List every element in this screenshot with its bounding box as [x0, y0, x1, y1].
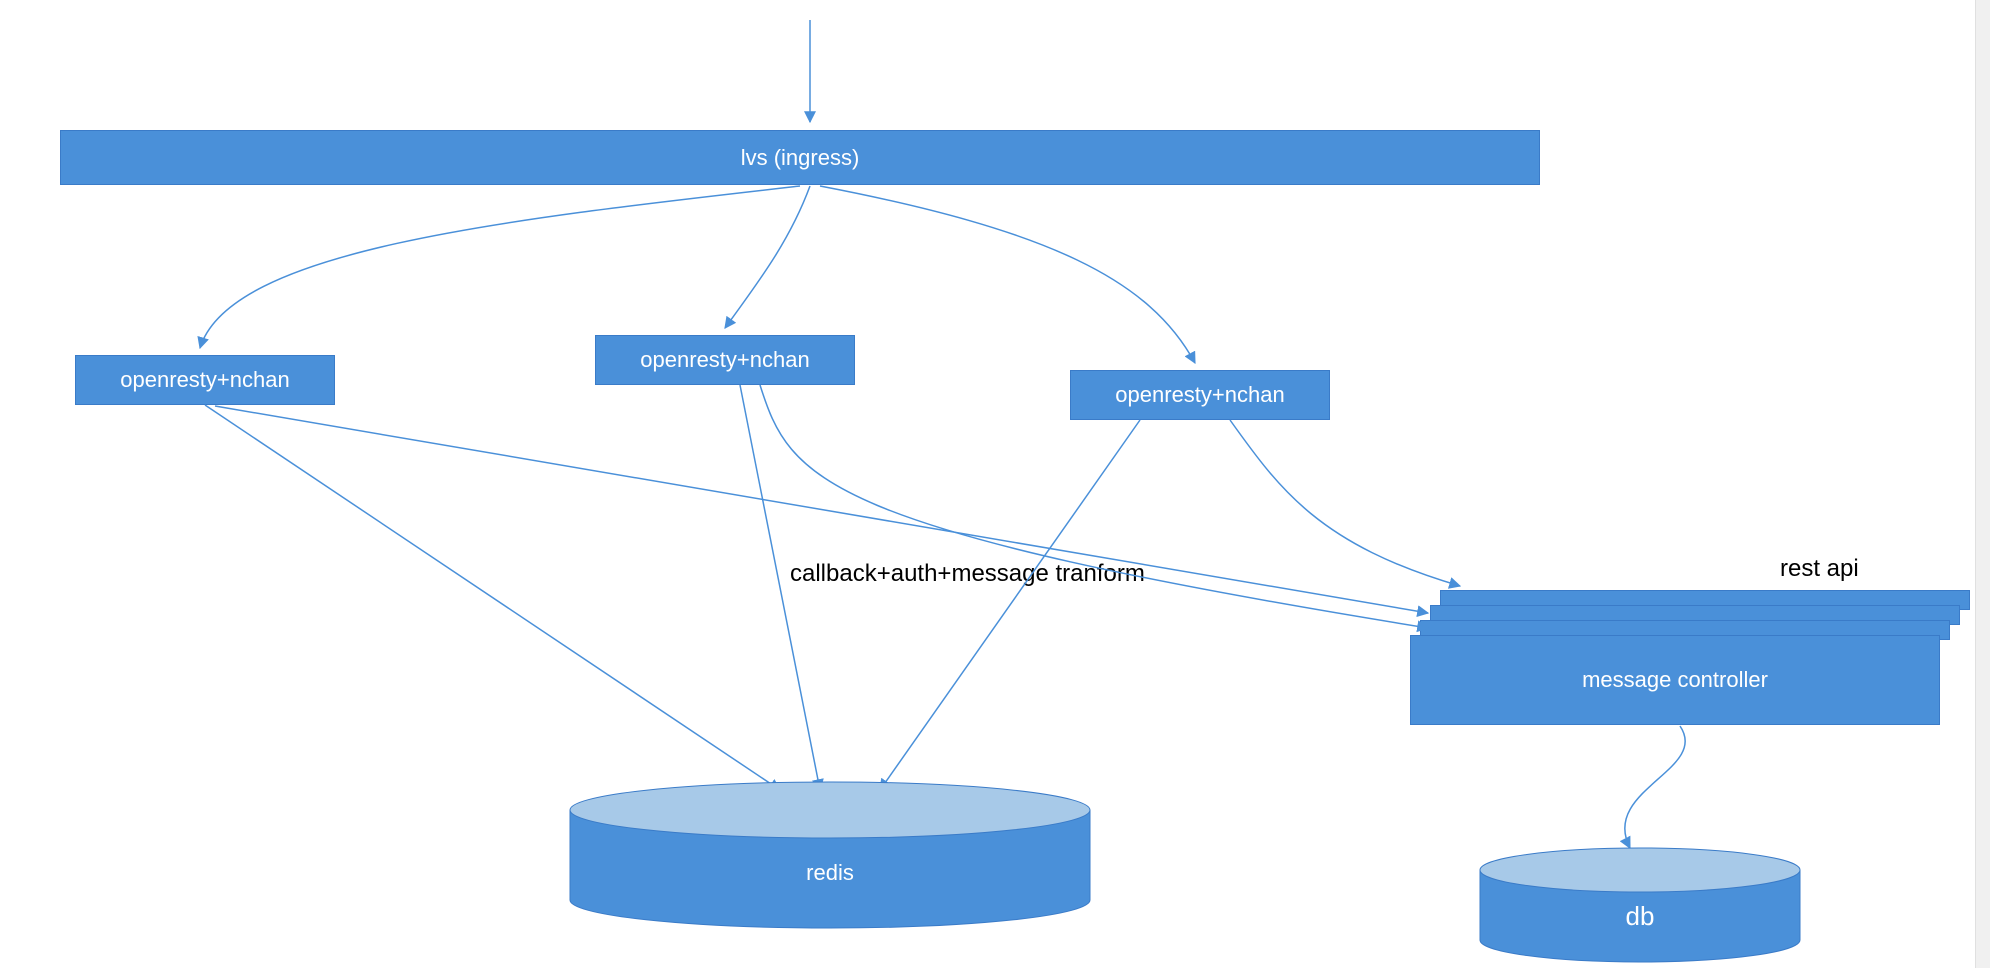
arrow-ingress-to-or1 [200, 186, 800, 348]
node-db-label: db [1626, 901, 1655, 931]
node-openresty-3: openresty+nchan [1070, 370, 1330, 420]
node-openresty-3-label: openresty+nchan [1115, 382, 1284, 408]
arrow-or2-to-controller [760, 385, 1428, 628]
node-openresty-2-label: openresty+nchan [640, 347, 809, 373]
arrow-controller-to-db [1625, 726, 1685, 848]
arrow-ingress-to-or2 [725, 186, 810, 328]
arrow-ingress-to-or3 [820, 186, 1195, 363]
node-db: db [1480, 848, 1800, 962]
scrollbar[interactable] [1975, 0, 1990, 968]
arrow-or1-to-redis [205, 405, 780, 790]
node-openresty-1-label: openresty+nchan [120, 367, 289, 393]
label-rest-api: rest api [1780, 555, 1859, 583]
node-message-controller-label: message controller [1582, 667, 1768, 693]
node-openresty-1: openresty+nchan [75, 355, 335, 405]
arrow-or3-to-controller [1230, 420, 1460, 586]
node-ingress-label: lvs (ingress) [741, 145, 860, 171]
node-openresty-2: openresty+nchan [595, 335, 855, 385]
node-redis-label: redis [806, 860, 854, 885]
label-callback: callback+auth+message tranform [790, 560, 1145, 588]
node-message-controller: message controller [1410, 635, 1940, 725]
node-ingress: lvs (ingress) [60, 130, 1540, 185]
node-redis: redis [570, 782, 1090, 928]
arrow-or3-to-redis [880, 420, 1140, 790]
